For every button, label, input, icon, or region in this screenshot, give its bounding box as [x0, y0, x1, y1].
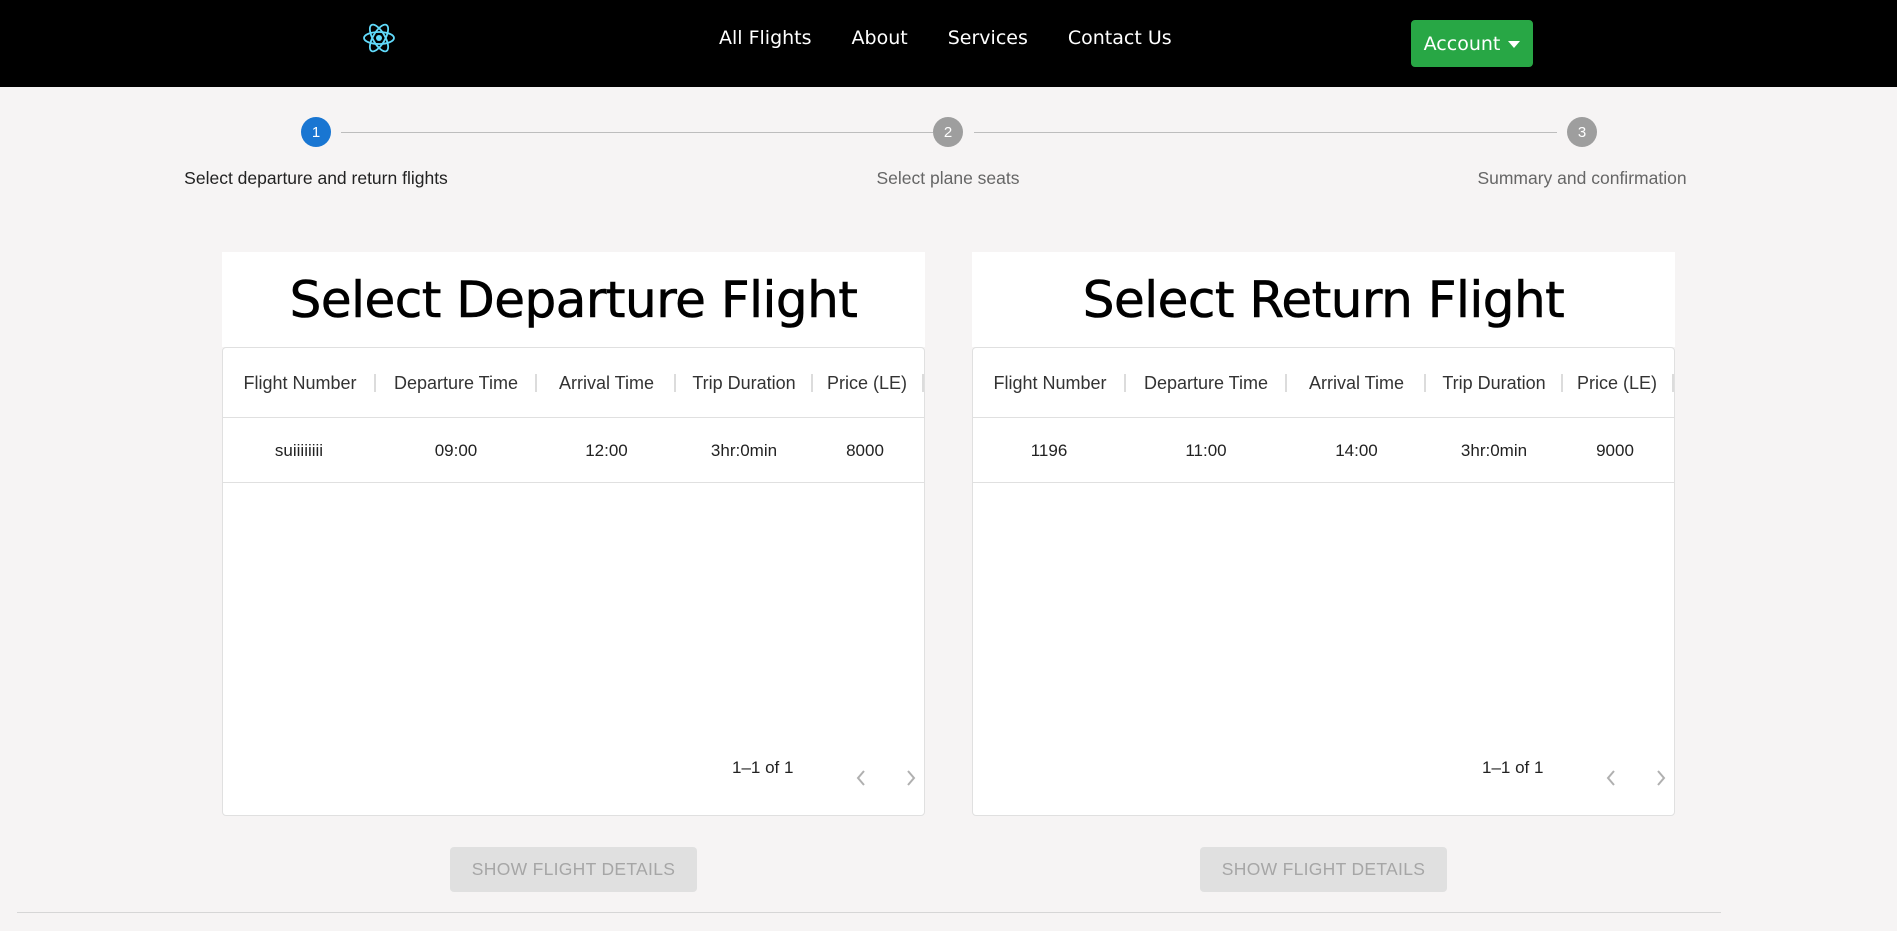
cell-price: 8000 [846, 440, 884, 460]
cell-departure-time: 11:00 [1185, 440, 1227, 460]
column-separator[interactable] [1672, 374, 1674, 392]
col-flight-number[interactable]: Flight Number [973, 348, 1127, 418]
booking-stepper: 1 2 3 Select departure and return flight… [0, 0, 1897, 200]
return-panel: Select Return Flight Flight Number Depar… [972, 252, 1675, 816]
return-grid-header: Flight Number Departure Time Arrival Tim… [973, 348, 1674, 418]
step-2-number: 2 [943, 123, 953, 141]
return-show-flight-details-button[interactable]: SHOW FLIGHT DETAILS [1200, 847, 1447, 892]
departure-title: Select Departure Flight [289, 270, 858, 329]
col-departure-time[interactable]: Departure Time [1127, 348, 1285, 418]
col-arrival-time[interactable]: Arrival Time [537, 348, 676, 418]
pagination-text: 1–1 of 1 [732, 758, 794, 777]
col-flight-number[interactable]: Flight Number [223, 348, 377, 418]
cell-price: 9000 [1596, 440, 1634, 460]
chevron-right-icon [907, 770, 916, 786]
departure-title-box: Select Departure Flight [222, 252, 925, 347]
footer-divider [17, 912, 1721, 913]
step-1-number: 1 [311, 123, 321, 141]
col-departure-time[interactable]: Departure Time [377, 348, 535, 418]
column-separator[interactable] [922, 374, 924, 392]
cell-trip-duration: 3hr:0min [710, 440, 778, 460]
col-trip-duration[interactable]: Trip Duration [1426, 348, 1562, 418]
step-3-circle: 3 [1567, 117, 1597, 147]
col-arrival-time[interactable]: Arrival Time [1287, 348, 1426, 418]
departure-show-flight-details-button[interactable]: SHOW FLIGHT DETAILS [450, 847, 697, 892]
cell-flight-number: suiiiiiiii [274, 440, 324, 460]
table-row[interactable]: suiiiiiiii 09:00 12:00 3hr:0min 8000 [223, 418, 924, 483]
chevron-right-icon [1657, 770, 1666, 786]
col-price[interactable]: Price (LE) [813, 348, 921, 418]
cell-arrival-time: 12:00 [585, 440, 628, 460]
departure-flights-grid: Flight Number Departure Time Arrival Tim… [222, 347, 925, 816]
step-1-label: Select departure and return flights [184, 168, 448, 188]
step-3-number: 3 [1577, 123, 1587, 141]
cell-trip-duration: 3hr:0min [1460, 440, 1528, 460]
cell-arrival-time: 14:00 [1335, 440, 1378, 460]
prev-page-button[interactable] [846, 763, 876, 793]
return-title: Select Return Flight [1082, 270, 1565, 329]
col-price[interactable]: Price (LE) [1563, 348, 1671, 418]
chevron-left-icon [1606, 770, 1615, 786]
return-flights-grid: Flight Number Departure Time Arrival Tim… [972, 347, 1675, 816]
next-page-button[interactable] [896, 763, 926, 793]
table-row[interactable]: 1196 11:00 14:00 3hr:0min 9000 [973, 418, 1674, 483]
column-separator[interactable] [1124, 374, 1126, 392]
next-page-button[interactable] [1646, 763, 1676, 793]
chevron-left-icon [856, 770, 865, 786]
step-3-label: Summary and confirmation [1477, 168, 1687, 188]
departure-panel: Select Departure Flight Flight Number De… [222, 252, 925, 816]
cell-departure-time: 09:00 [434, 440, 478, 460]
pagination-text: 1–1 of 1 [1482, 758, 1544, 777]
return-title-box: Select Return Flight [972, 252, 1675, 347]
prev-page-button[interactable] [1596, 763, 1626, 793]
step-2-circle: 2 [933, 117, 963, 147]
cell-flight-number: 1196 [1030, 440, 1068, 460]
step-2-label: Select plane seats [876, 168, 1020, 188]
col-trip-duration[interactable]: Trip Duration [676, 348, 812, 418]
step-connector [974, 132, 1557, 133]
departure-grid-header: Flight Number Departure Time Arrival Tim… [223, 348, 924, 418]
column-separator[interactable] [374, 374, 376, 392]
step-connector [341, 132, 933, 133]
step-1-circle: 1 [301, 117, 331, 147]
